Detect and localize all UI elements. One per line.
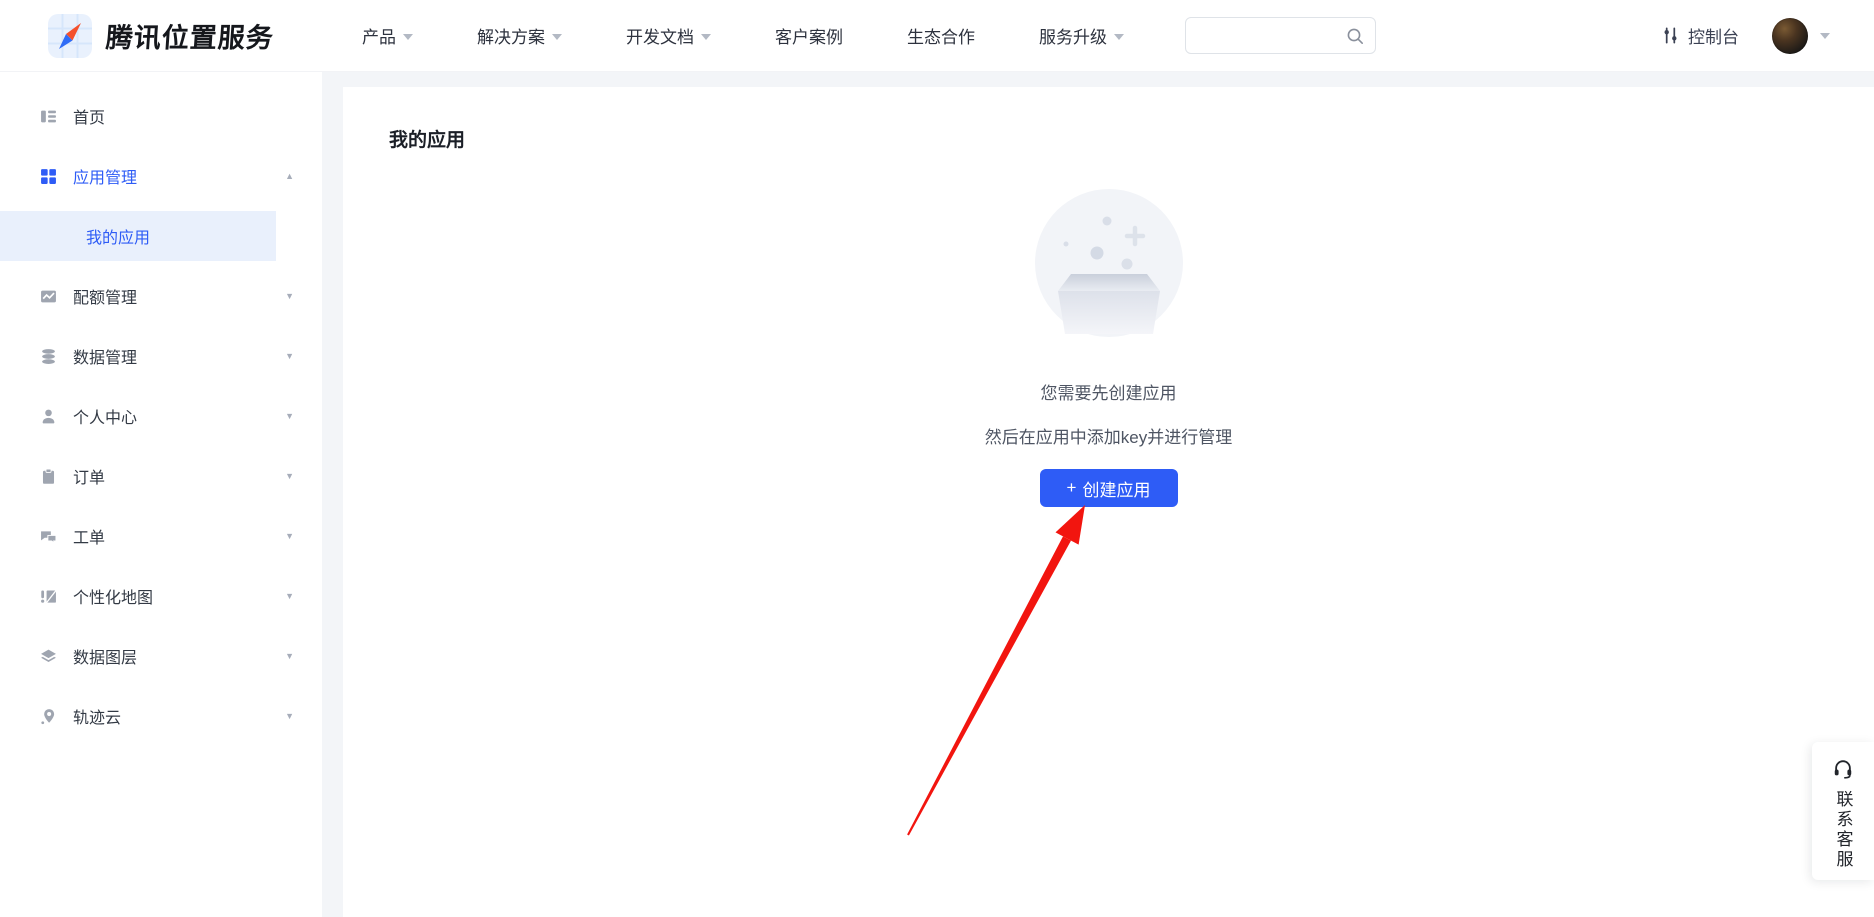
sidebar: 首页 应用管理 ▲ 我的应用 配额管理 ▼ [0, 72, 322, 917]
chevron-down-icon [552, 34, 562, 40]
sidebar-item-my-apps[interactable]: 我的应用 [0, 211, 276, 261]
search-box[interactable] [1185, 17, 1376, 54]
chevron-down-icon: ▼ [285, 651, 294, 661]
sidebar-item-label: 轨迹云 [73, 704, 121, 728]
empty-hint-line2: 然后在应用中添加key并进行管理 [985, 423, 1232, 448]
chevron-down-icon[interactable] [1820, 33, 1830, 39]
nav-item-docs[interactable]: 开发文档 [626, 23, 711, 48]
sidebar-item-label: 首页 [73, 104, 105, 128]
sidebar-item-label: 应用管理 [73, 164, 137, 188]
sidebar-item-label: 个人中心 [73, 404, 137, 428]
top-navbar: 腾讯位置服务 产品 解决方案 开发文档 客户案例 生 [0, 0, 1874, 72]
sidebar-item-profile[interactable]: 个人中心 ▼ [0, 391, 322, 441]
nav-item-label: 开发文档 [626, 23, 694, 48]
sidebar-item-tickets[interactable]: 工单 ▼ [0, 511, 322, 561]
chevron-down-icon: ▼ [285, 711, 294, 721]
chevron-down-icon: ▼ [285, 351, 294, 361]
order-icon [40, 468, 57, 485]
layers-icon [40, 648, 57, 665]
track-icon [40, 708, 57, 725]
search-icon[interactable] [1345, 26, 1365, 46]
ticket-icon [40, 528, 57, 545]
user-icon [40, 408, 57, 425]
open-box-illustration [1035, 189, 1183, 337]
sidebar-item-data[interactable]: 数据管理 ▼ [0, 331, 322, 381]
chevron-down-icon: ▼ [285, 291, 294, 301]
chevron-down-icon [403, 34, 413, 40]
sidebar-item-layers[interactable]: 数据图层 ▼ [0, 631, 322, 681]
nav-item-label: 客户案例 [775, 23, 843, 48]
nav-item-upgrade[interactable]: 服务升级 [1039, 23, 1124, 48]
chevron-down-icon: ▼ [285, 471, 294, 481]
main-nav: 产品 解决方案 开发文档 客户案例 生态合作 [362, 23, 1124, 48]
nav-item-label: 生态合作 [907, 23, 975, 48]
empty-hint-line1: 您需要先创建应用 [1041, 379, 1177, 404]
nav-item-eco[interactable]: 生态合作 [907, 23, 975, 48]
console-link[interactable]: 控制台 [1661, 23, 1739, 48]
page-title: 我的应用 [343, 125, 1874, 152]
chevron-down-icon: ▼ [285, 411, 294, 421]
contact-support-label: 联系客服 [1831, 790, 1856, 870]
headset-icon [1832, 758, 1854, 780]
chevron-up-icon: ▲ [285, 171, 294, 181]
content-card: 我的应用 [343, 87, 1874, 917]
sidebar-item-orders[interactable]: 订单 ▼ [0, 451, 322, 501]
plus-icon: + [1067, 478, 1077, 498]
sidebar-item-label: 个性化地图 [73, 584, 153, 608]
sidebar-item-label: 订单 [73, 464, 105, 488]
quota-icon [40, 288, 57, 305]
sidebar-item-label: 工单 [73, 524, 105, 548]
search-input[interactable] [1198, 28, 1345, 44]
nav-item-solutions[interactable]: 解决方案 [477, 23, 562, 48]
contact-support-widget[interactable]: 联系客服 [1812, 742, 1874, 880]
database-icon [40, 348, 57, 365]
nav-item-products[interactable]: 产品 [362, 23, 413, 48]
sidebar-item-quota[interactable]: 配额管理 ▼ [0, 271, 322, 321]
main-area: 我的应用 [322, 72, 1874, 917]
sidebar-item-track-cloud[interactable]: 轨迹云 ▼ [0, 691, 322, 741]
sidebar-item-custom-map[interactable]: 个性化地图 ▼ [0, 571, 322, 621]
brand-name: 腾讯位置服务 [105, 16, 276, 55]
nav-item-label: 服务升级 [1039, 23, 1107, 48]
sidebar-item-app-management[interactable]: 应用管理 ▲ [0, 151, 322, 201]
sidebar-item-label: 我的应用 [86, 224, 150, 248]
apps-icon [40, 168, 57, 185]
empty-state: 您需要先创建应用 然后在应用中添加key并进行管理 + 创建应用 [343, 189, 1874, 507]
sidebar-item-home[interactable]: 首页 [0, 91, 322, 141]
custom-map-icon [40, 588, 57, 605]
create-app-button-label: 创建应用 [1082, 476, 1150, 501]
chevron-down-icon: ▼ [285, 531, 294, 541]
home-icon [40, 108, 57, 125]
chevron-down-icon [1114, 34, 1124, 40]
console-label: 控制台 [1688, 23, 1739, 48]
nav-item-label: 产品 [362, 23, 396, 48]
chevron-down-icon: ▼ [285, 591, 294, 601]
avatar[interactable] [1772, 18, 1808, 54]
sliders-icon [1661, 26, 1680, 45]
nav-item-cases[interactable]: 客户案例 [775, 23, 843, 48]
create-app-button[interactable]: + 创建应用 [1040, 469, 1178, 507]
sidebar-item-label: 数据管理 [73, 344, 137, 368]
nav-item-label: 解决方案 [477, 23, 545, 48]
brand-logo[interactable]: 腾讯位置服务 [48, 14, 274, 58]
compass-icon [48, 14, 92, 58]
sidebar-item-label: 配额管理 [73, 284, 137, 308]
chevron-down-icon [701, 34, 711, 40]
sidebar-item-label: 数据图层 [73, 644, 137, 668]
